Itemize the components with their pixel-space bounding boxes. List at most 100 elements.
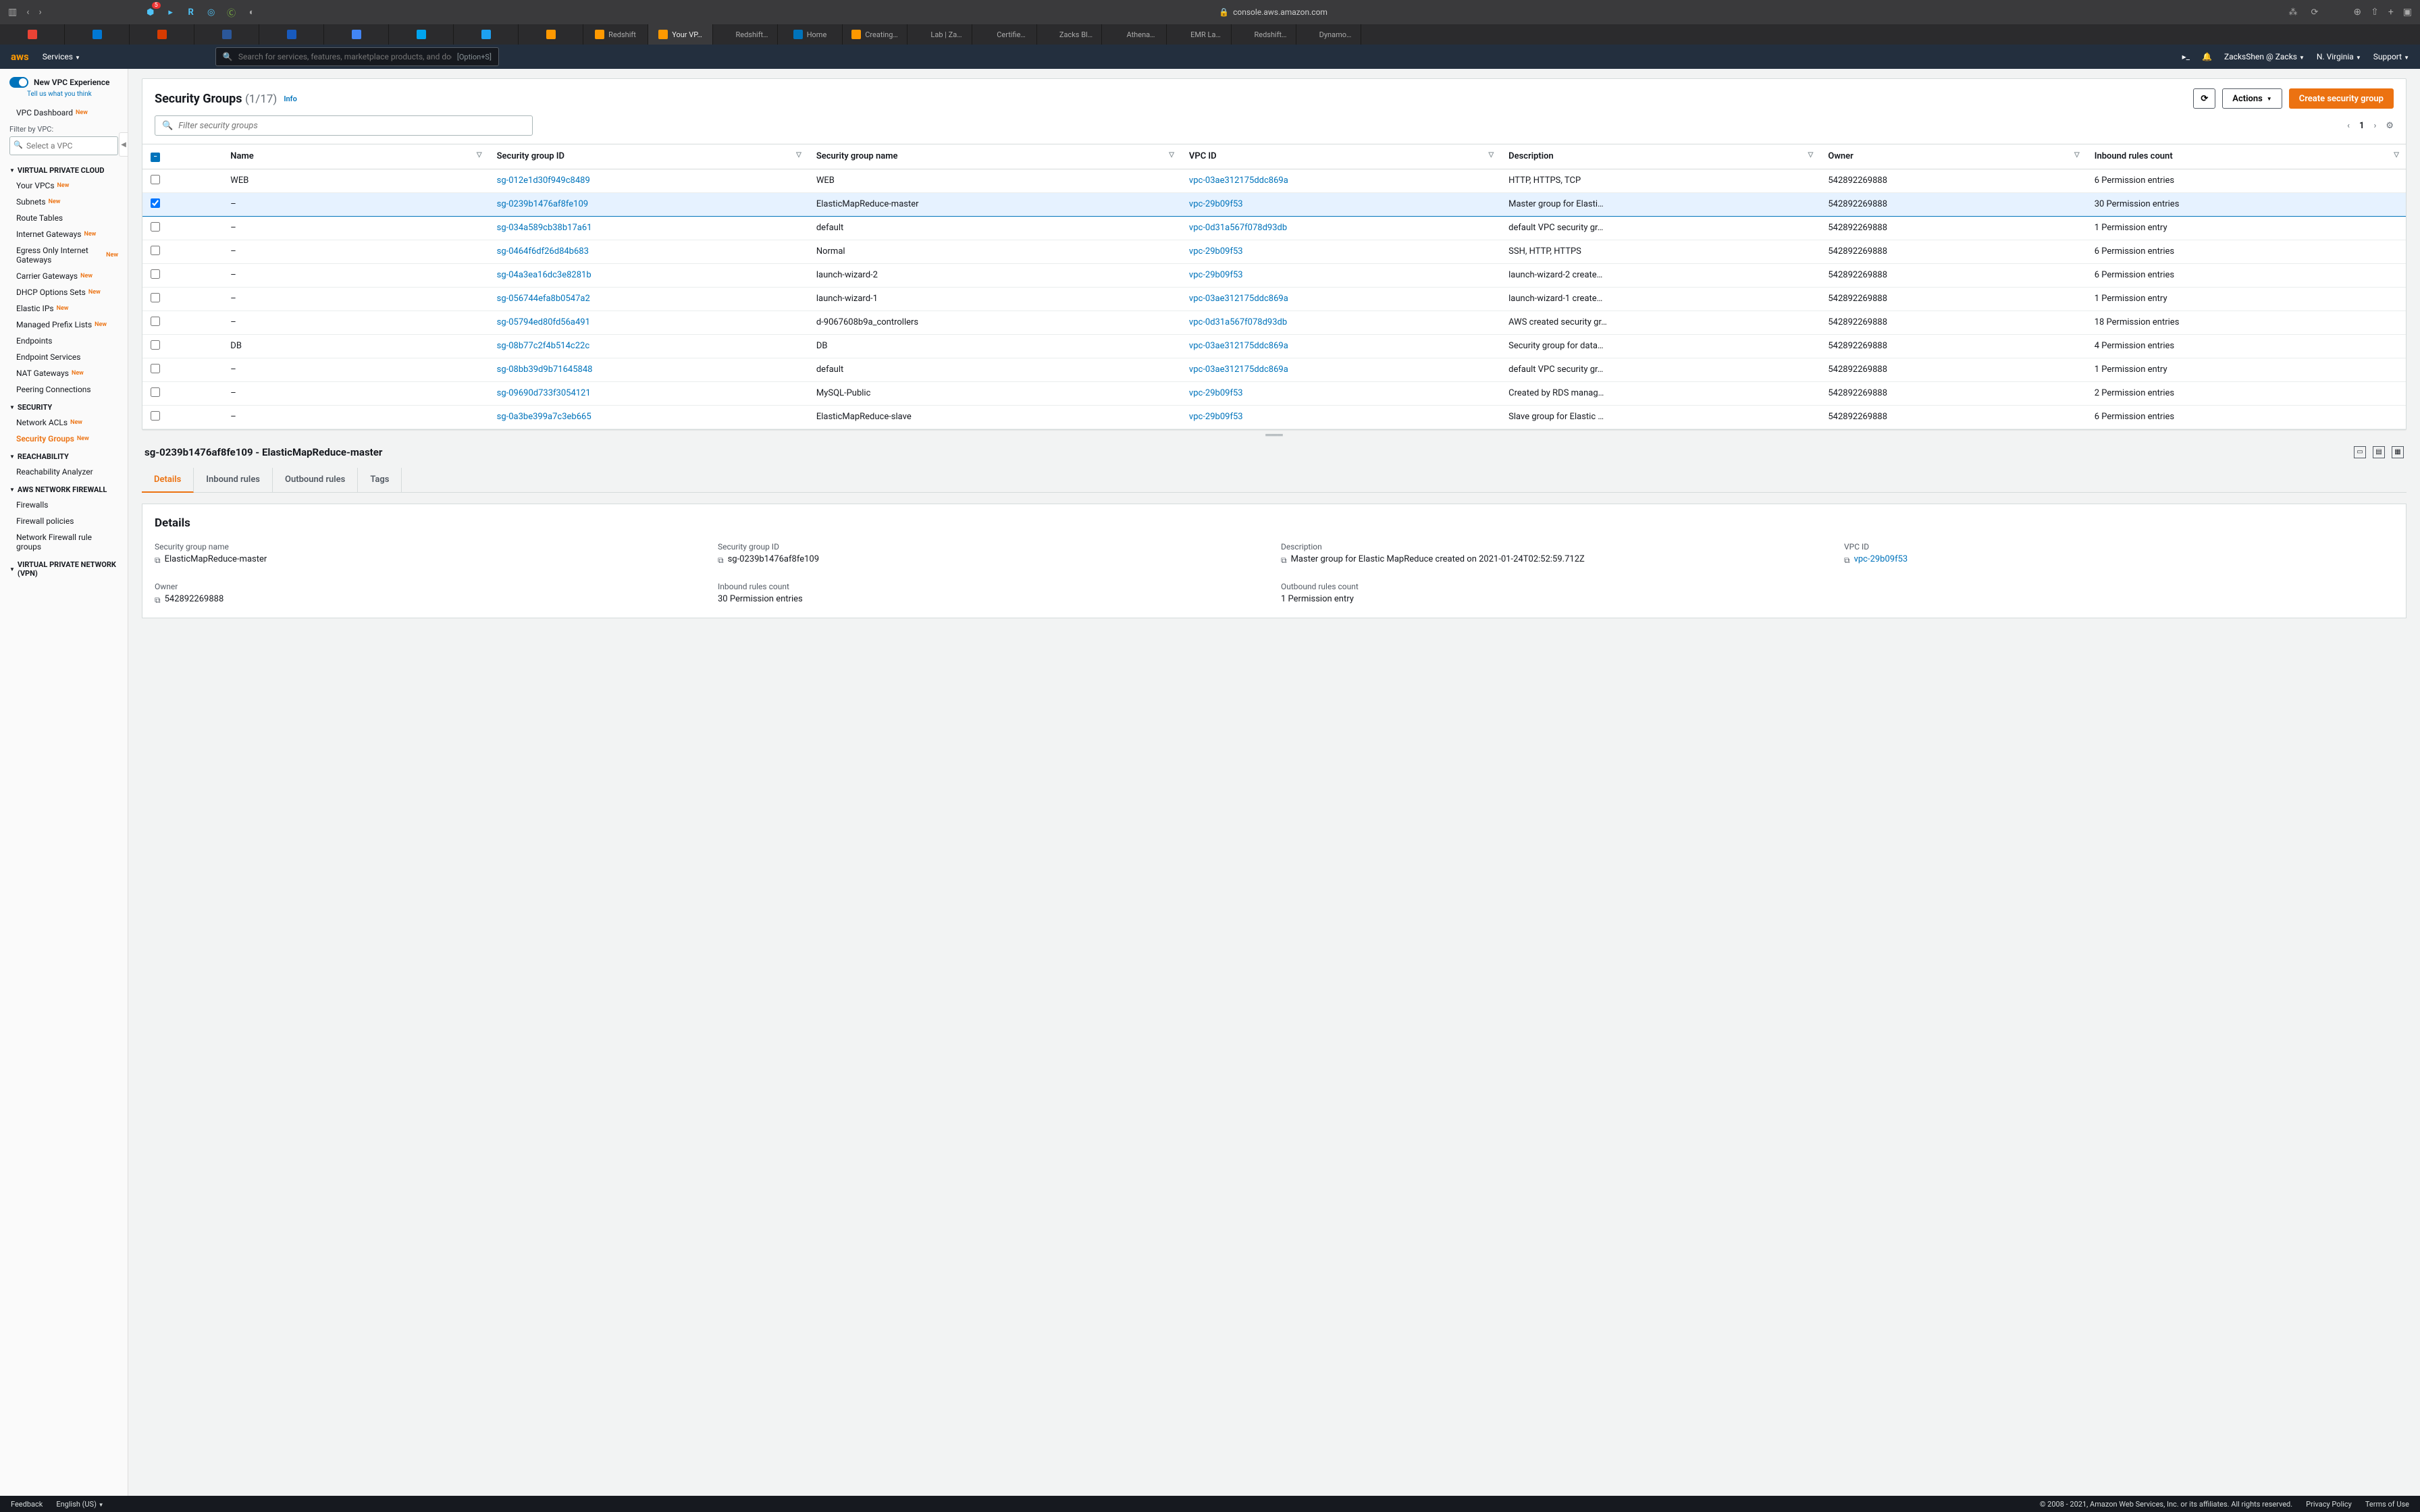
sidebar-collapse-handle[interactable]: ◀ bbox=[119, 132, 128, 157]
cell-vpc[interactable]: vpc-29b09f53 bbox=[1181, 192, 1500, 216]
table-row[interactable]: –sg-0464f6df26d84b683Normalvpc-29b09f53S… bbox=[142, 240, 2406, 263]
feedback-link[interactable]: Feedback bbox=[11, 1500, 43, 1509]
notifications-icon[interactable]: 🔔 bbox=[2202, 52, 2212, 61]
browser-tab[interactable] bbox=[454, 24, 519, 45]
column-header[interactable]: Security group name▽ bbox=[808, 144, 1181, 169]
ext-icon-5[interactable]: Ⓒ bbox=[226, 6, 238, 18]
browser-tab[interactable]: Redshift bbox=[583, 24, 648, 45]
actions-button[interactable]: Actions ▼ bbox=[2222, 88, 2282, 109]
sidebar-section-header[interactable]: ▼ SECURITY bbox=[0, 398, 128, 414]
row-checkbox[interactable] bbox=[151, 269, 160, 279]
cell-sgid[interactable]: sg-08b77c2f4b514c22c bbox=[489, 334, 808, 358]
cell-vpc[interactable]: vpc-29b09f53 bbox=[1181, 405, 1500, 429]
ext-icon-4[interactable]: ◎ bbox=[205, 6, 217, 18]
row-checkbox[interactable] bbox=[151, 222, 160, 232]
cell-vpc[interactable]: vpc-03ae312175ddc869a bbox=[1181, 287, 1500, 310]
create-security-group-button[interactable]: Create security group bbox=[2289, 88, 2394, 109]
pager-next[interactable]: › bbox=[2373, 121, 2376, 131]
refresh-button[interactable]: ⟳ bbox=[2193, 88, 2215, 109]
cell-sgid[interactable]: sg-0464f6df26d84b683 bbox=[489, 240, 808, 263]
browser-tab[interactable] bbox=[65, 24, 130, 45]
browser-tab[interactable] bbox=[259, 24, 324, 45]
copy-icon[interactable]: ⧉ bbox=[155, 595, 161, 605]
sidebar-vpc-filter[interactable] bbox=[9, 136, 118, 155]
services-menu[interactable]: Services ▼ bbox=[43, 52, 80, 61]
sidebar-item[interactable]: Your VPCs New bbox=[0, 178, 128, 194]
privacy-link[interactable]: Privacy Policy bbox=[2306, 1500, 2352, 1509]
detail-tab[interactable]: Inbound rules bbox=[194, 468, 273, 492]
back-icon[interactable]: ‹ bbox=[26, 7, 29, 18]
browser-tab[interactable]: Redshift… bbox=[1232, 24, 1296, 45]
copy-icon[interactable]: ⧉ bbox=[1281, 556, 1287, 566]
sidebar-item[interactable]: Carrier Gateways New bbox=[0, 268, 128, 284]
share-icon[interactable]: ⇧ bbox=[2371, 7, 2379, 18]
select-all-checkbox[interactable]: − bbox=[151, 153, 160, 162]
cloudshell-icon[interactable]: ▸_ bbox=[2182, 52, 2190, 61]
browser-tab[interactable]: EMR La… bbox=[1167, 24, 1232, 45]
sidebar-item[interactable]: Network Firewall rule groups bbox=[0, 529, 128, 555]
browser-tab[interactable]: Redshift… bbox=[713, 24, 778, 45]
cell-vpc[interactable]: vpc-03ae312175ddc869a bbox=[1181, 169, 1500, 192]
copy-icon[interactable]: ⧉ bbox=[1844, 556, 1850, 566]
support-menu[interactable]: Support ▼ bbox=[2373, 52, 2409, 61]
row-checkbox[interactable] bbox=[151, 364, 160, 373]
sidebar-item[interactable]: Endpoints bbox=[0, 333, 128, 349]
browser-tab[interactable]: Your VP… bbox=[648, 24, 713, 45]
pager-prev[interactable]: ‹ bbox=[2347, 121, 2350, 131]
url-bar[interactable]: 🔒 console.aws.amazon.com bbox=[266, 7, 2281, 17]
filter-input[interactable] bbox=[178, 121, 525, 131]
browser-tab[interactable] bbox=[324, 24, 389, 45]
sidebar-item[interactable]: Internet Gateways New bbox=[0, 226, 128, 242]
ext-icon-3[interactable]: R bbox=[185, 6, 197, 18]
sidebar-item[interactable]: Managed Prefix Lists New bbox=[0, 317, 128, 333]
detail-tab[interactable]: Outbound rules bbox=[273, 468, 358, 492]
view-bottom-icon[interactable]: ▭ bbox=[2354, 446, 2366, 458]
column-header[interactable]: VPC ID▽ bbox=[1181, 144, 1500, 169]
table-row[interactable]: –sg-09690d733f3054121MySQL-Publicvpc-29b… bbox=[142, 381, 2406, 405]
browser-tab[interactable] bbox=[130, 24, 194, 45]
table-row[interactable]: –sg-08bb39d9b71645848defaultvpc-03ae3121… bbox=[142, 358, 2406, 381]
cell-sgid[interactable]: sg-0a3be399a7c3eb665 bbox=[489, 405, 808, 429]
cell-sgid[interactable]: sg-08bb39d9b71645848 bbox=[489, 358, 808, 381]
copy-icon[interactable]: ⧉ bbox=[718, 556, 724, 566]
cell-sgid[interactable]: sg-05794ed80fd56a491 bbox=[489, 310, 808, 334]
row-checkbox[interactable] bbox=[151, 246, 160, 255]
col-checkbox[interactable]: − bbox=[142, 144, 222, 169]
browser-tab[interactable]: Athena… bbox=[1102, 24, 1167, 45]
sidebar-item[interactable]: Network ACLs New bbox=[0, 414, 128, 431]
ext-icon-6[interactable]: ◐ bbox=[246, 6, 258, 18]
aws-logo[interactable]: aws bbox=[11, 51, 29, 63]
browser-tab[interactable]: Zacks Bl… bbox=[1037, 24, 1102, 45]
sidebar-item[interactable]: Route Tables bbox=[0, 210, 128, 226]
cell-vpc[interactable]: vpc-0d31a567f078d93db bbox=[1181, 216, 1500, 240]
sidebar-section-header[interactable]: ▼ AWS NETWORK FIREWALL bbox=[0, 480, 128, 497]
browser-tab[interactable] bbox=[519, 24, 583, 45]
row-checkbox[interactable] bbox=[151, 387, 160, 397]
browser-tab[interactable]: Home bbox=[778, 24, 843, 45]
vpc-experience-toggle[interactable] bbox=[9, 77, 28, 88]
sidebar-item[interactable]: Subnets New bbox=[0, 194, 128, 210]
browser-tab[interactable] bbox=[194, 24, 259, 45]
cell-vpc[interactable]: vpc-03ae312175ddc869a bbox=[1181, 334, 1500, 358]
cell-sgid[interactable]: sg-04a3ea16dc3e8281b bbox=[489, 263, 808, 287]
ext-icon-1[interactable]: ⬢ bbox=[144, 6, 157, 18]
copy-icon[interactable]: ⧉ bbox=[155, 556, 161, 566]
column-header[interactable]: Name▽ bbox=[222, 144, 488, 169]
table-settings-icon[interactable]: ⚙ bbox=[2386, 121, 2394, 131]
sidebar-item[interactable]: Firewall policies bbox=[0, 513, 128, 529]
sidebar-toggle-icon[interactable]: ▥ bbox=[8, 7, 17, 18]
table-row[interactable]: –sg-056744efa8b0547a2launch-wizard-1vpc-… bbox=[142, 287, 2406, 310]
sidebar-item[interactable]: Security Groups New bbox=[0, 431, 128, 447]
sidebar-item[interactable]: Reachability Analyzer bbox=[0, 464, 128, 480]
split-handle[interactable]: ═══ bbox=[142, 430, 2406, 439]
translate-icon[interactable]: ⁂ bbox=[2288, 7, 2297, 18]
sidebar-item[interactable]: Firewalls bbox=[0, 497, 128, 513]
cell-sgid[interactable]: sg-012e1d30f949c8489 bbox=[489, 169, 808, 192]
browser-tab[interactable]: Dynamo… bbox=[1296, 24, 1361, 45]
browser-tab[interactable] bbox=[0, 24, 65, 45]
detail-tab[interactable]: Tags bbox=[358, 468, 402, 492]
table-row[interactable]: –sg-0a3be399a7c3eb665ElasticMapReduce-sl… bbox=[142, 405, 2406, 429]
browser-tab[interactable]: Creating… bbox=[843, 24, 908, 45]
sidebar-section-header[interactable]: ▼ VIRTUAL PRIVATE NETWORK (VPN) bbox=[0, 555, 128, 580]
sidebar-item[interactable]: DHCP Options Sets New bbox=[0, 284, 128, 300]
